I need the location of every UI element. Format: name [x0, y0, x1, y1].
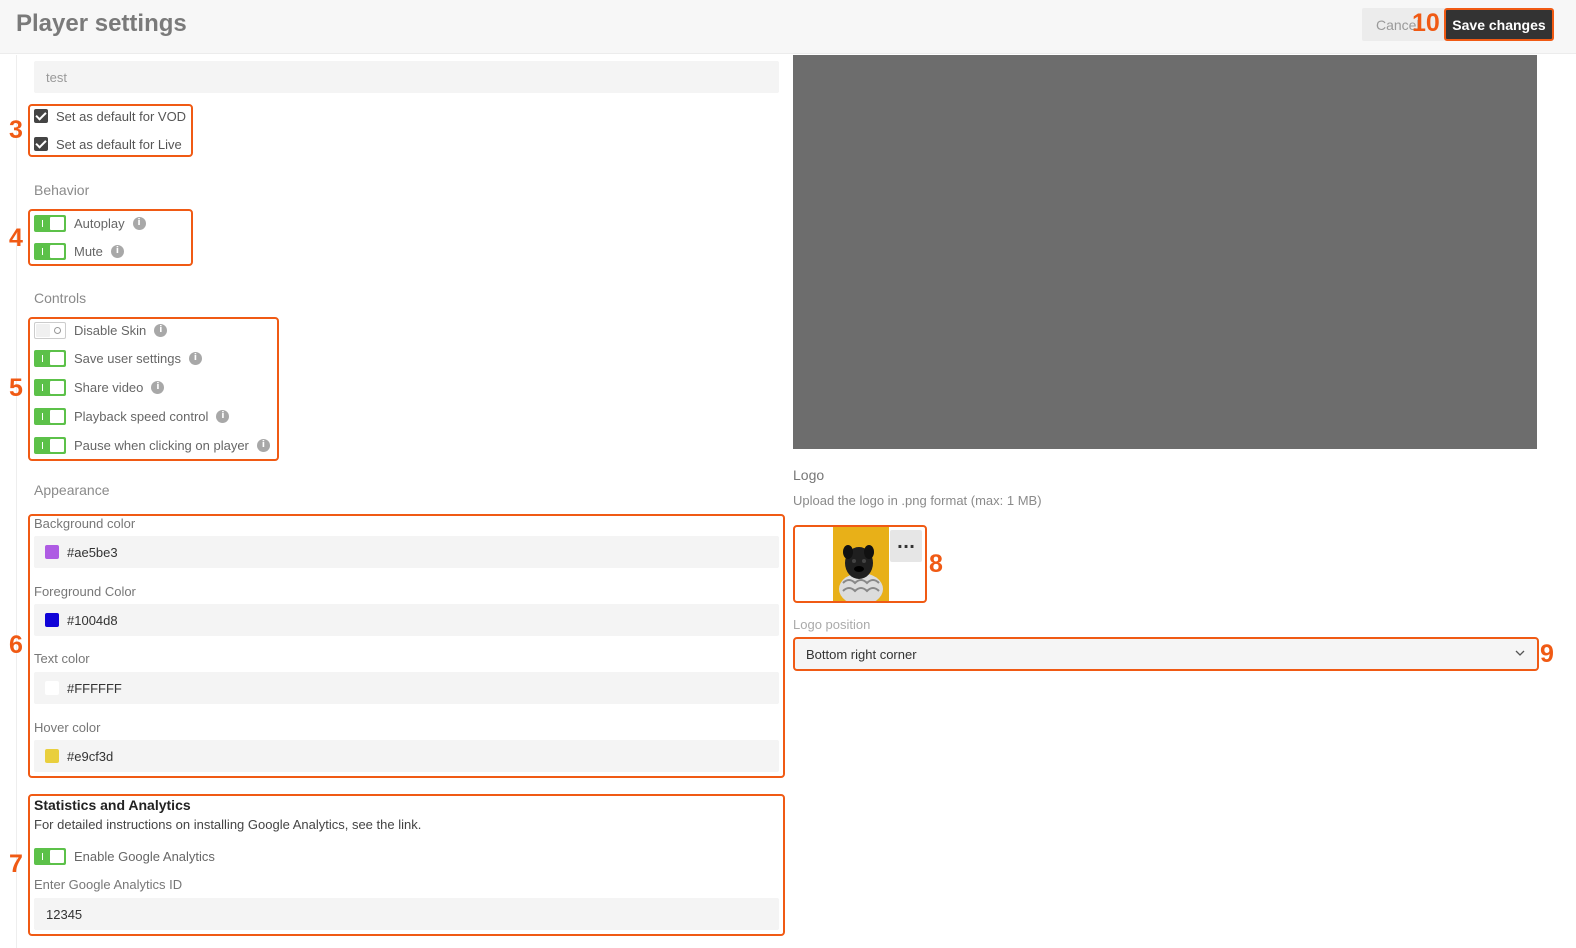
annotation-number-3: 3	[9, 116, 23, 144]
logo-title: Logo	[793, 467, 825, 483]
annotation-box-5	[28, 317, 279, 461]
save-button[interactable]: Save changes	[1444, 8, 1554, 41]
player-name-input[interactable]: test	[34, 61, 779, 93]
annotation-box-4	[28, 209, 193, 266]
page-header: Player settings Cancel Save changes	[0, 0, 1576, 54]
annotation-box-6	[28, 514, 785, 778]
logo-description: Upload the logo in .png format (max: 1 M…	[793, 493, 1042, 508]
page-title: Player settings	[16, 10, 187, 37]
annotation-number-4: 4	[9, 224, 23, 252]
logo-position-label: Logo position	[793, 617, 871, 632]
annotation-number-8: 8	[929, 550, 943, 578]
controls-title: Controls	[34, 290, 87, 306]
annotation-number-9: 9	[1540, 640, 1554, 668]
behavior-title: Behavior	[34, 182, 90, 198]
player-preview	[793, 55, 1537, 449]
annotation-box-9	[793, 637, 1539, 671]
left-divider	[16, 55, 17, 948]
annotation-box-8	[793, 525, 927, 603]
annotation-number-7: 7	[9, 850, 23, 878]
annotation-box-3	[28, 104, 193, 157]
annotation-number-6: 6	[9, 631, 23, 659]
annotation-box-7	[28, 794, 785, 936]
appearance-title: Appearance	[34, 482, 110, 498]
annotation-number-10: 10	[1412, 9, 1440, 37]
annotation-number-5: 5	[9, 374, 23, 402]
